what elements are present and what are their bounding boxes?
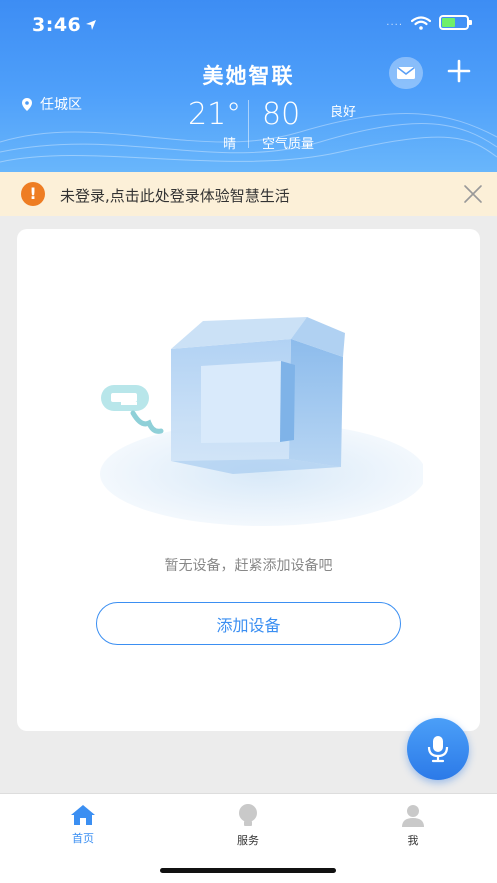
- empty-box-illustration: [100, 317, 423, 526]
- wifi-icon: [411, 15, 431, 30]
- add-icon-button[interactable]: [444, 58, 474, 88]
- temperature: 21°: [188, 97, 242, 132]
- user-icon: [402, 805, 424, 827]
- tab-services[interactable]: 服务: [208, 804, 288, 848]
- time-text: 3:46: [32, 14, 82, 36]
- battery-fill: [442, 18, 456, 27]
- signal-icon: ....: [386, 17, 403, 28]
- empty-state-text: 暂无设备，赶紧添加设备吧: [164, 558, 333, 574]
- location-arrow-icon: [86, 20, 97, 30]
- aqi-level: 良好: [330, 105, 357, 120]
- device-card: 暂无设备，赶紧添加设备吧 添加设备: [17, 229, 480, 731]
- status-icons: ....: [386, 15, 472, 30]
- bulb-icon: [239, 804, 257, 826]
- tab-bar: 首页 服务 我: [0, 793, 497, 883]
- header: 3:46 .... 美她智联 任城区 21° 晴 80 良好 空气质量: [0, 0, 497, 172]
- microphone-icon: [427, 736, 449, 763]
- close-icon: [464, 185, 482, 203]
- weather-divider: [248, 100, 249, 148]
- status-bar: 3:46 ....: [0, 0, 497, 48]
- tab-home[interactable]: 首页: [43, 804, 123, 846]
- warning-icon: !: [21, 182, 45, 206]
- mail-icon: [397, 66, 415, 79]
- plus-icon: [447, 59, 471, 83]
- status-time: 3:46: [32, 14, 97, 36]
- voice-button[interactable]: [407, 718, 469, 780]
- login-notice-bar[interactable]: ! 未登录,点击此处登录体验智慧生活: [0, 172, 497, 216]
- close-notice-button[interactable]: [460, 181, 486, 207]
- location-pin-icon: [22, 97, 32, 111]
- tab-home-label: 首页: [72, 832, 94, 845]
- weather-condition: 晴: [223, 137, 237, 152]
- home-indicator: [160, 868, 336, 873]
- add-device-button[interactable]: 添加设备: [96, 602, 401, 645]
- location-text: 任城区: [40, 97, 82, 113]
- tab-services-label: 服务: [237, 834, 259, 847]
- message-button[interactable]: [389, 57, 423, 89]
- home-icon: [71, 805, 95, 825]
- login-notice-text[interactable]: 未登录,点击此处登录体验智慧生活: [60, 185, 290, 206]
- battery-icon: [439, 15, 472, 30]
- tab-me-label: 我: [407, 834, 419, 847]
- aqi-value: 80: [262, 97, 301, 132]
- location[interactable]: 任城区: [22, 94, 82, 114]
- aqi-label: 空气质量: [262, 137, 315, 152]
- tab-me[interactable]: 我: [373, 804, 453, 848]
